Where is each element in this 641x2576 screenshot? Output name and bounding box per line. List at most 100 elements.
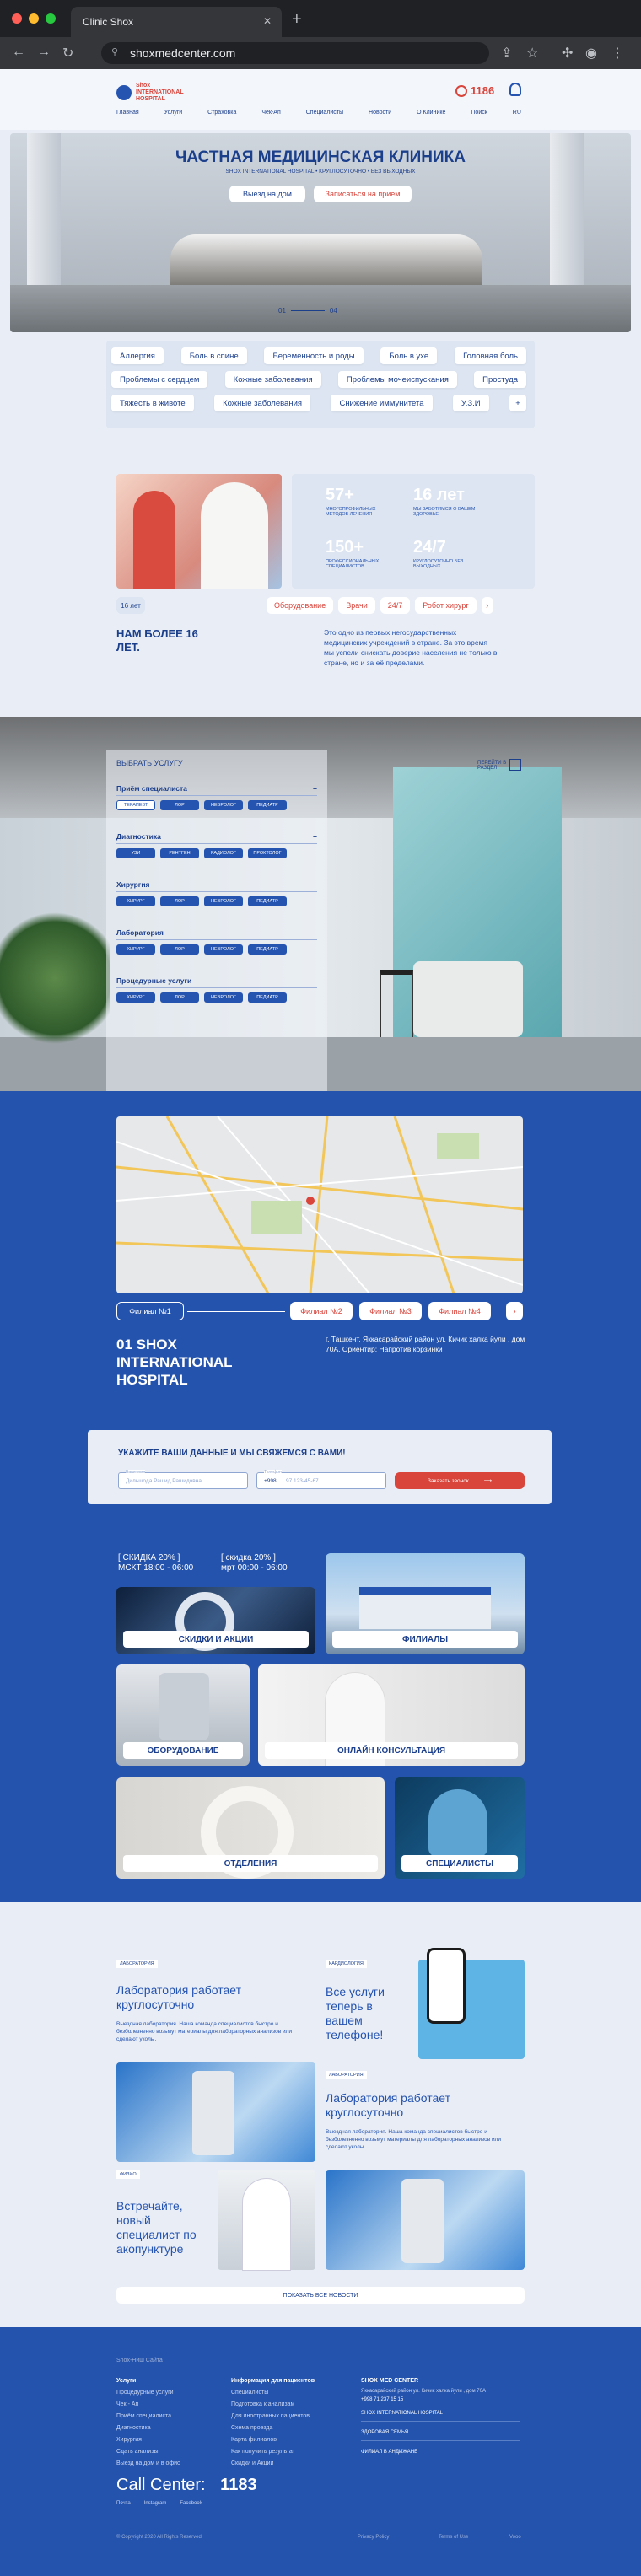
news-image-microscope-1[interactable] (116, 2062, 315, 2162)
branch-tab[interactable]: Филиал №2 (290, 1302, 353, 1320)
footer-branch-link[interactable]: SHOX INTERNATIONAL HOSPITAL (361, 2406, 520, 2422)
phone-field[interactable]: Телефон +998 97 123-45-67 (256, 1470, 386, 1489)
header-phone[interactable]: 1186 (455, 84, 494, 97)
symptom-chip[interactable]: Снижение иммунитета (331, 395, 433, 411)
symptom-chip[interactable]: Боль в ухе (380, 347, 438, 364)
symptom-chip[interactable]: У.З.И (452, 395, 489, 411)
symptom-chip[interactable]: Головная боль (455, 347, 526, 364)
reload-icon[interactable]: ↻ (62, 45, 73, 62)
service-group-header[interactable]: Процедурные услуги + (116, 976, 317, 988)
service-option[interactable]: ПЕДИАТР (248, 992, 287, 1003)
specialists-card[interactable]: СПЕЦИАЛИСТЫ (395, 1777, 525, 1879)
forward-icon[interactable]: → (37, 45, 51, 60)
minimize-window-dot[interactable] (29, 13, 39, 24)
service-option[interactable]: ЛОР (160, 896, 199, 906)
footer-link[interactable]: Процедурные услуги (116, 2390, 180, 2396)
symptom-chip[interactable]: Кожные заболевания (224, 371, 321, 388)
service-option[interactable]: НЕВРОЛОГ (204, 992, 243, 1003)
callback-submit-button[interactable]: Заказать звонок ⟶ (395, 1472, 525, 1489)
service-group-header[interactable]: Лаборатория + (116, 928, 317, 940)
privacy-link[interactable]: Privacy Policy (358, 2535, 389, 2540)
footer-link[interactable]: Выезд на дом и в офис (116, 2460, 180, 2466)
maximize-window-dot[interactable] (46, 13, 56, 24)
show-all-news-button[interactable]: ПОКАЗАТЬ ВСЕ НОВОСТИ (116, 2287, 525, 2304)
footer-link[interactable]: Карта филиалов (231, 2437, 315, 2443)
symptom-chip[interactable]: Простуда (474, 371, 526, 388)
symptom-chip[interactable]: Беременность и роды (264, 347, 364, 364)
social-link[interactable]: Почта (116, 2501, 131, 2506)
bookmark-star-icon[interactable]: ☆ (526, 45, 538, 62)
share-icon[interactable]: ⇪ (501, 45, 512, 62)
service-option[interactable]: УЗИ (116, 848, 155, 858)
nav-item[interactable]: Специалисты (306, 110, 343, 116)
service-option[interactable]: ЛОР (160, 992, 199, 1003)
profile-icon[interactable]: ◉ (585, 45, 597, 62)
symptom-chip[interactable]: Кожные заболевания (214, 395, 311, 411)
logo[interactable]: Shox INTERNATIONAL HOSPITAL (116, 83, 195, 103)
social-link[interactable]: Facebook (180, 2501, 202, 2506)
nav-item[interactable]: Поиск (471, 110, 487, 116)
browser-tab[interactable]: Clinic Shox ✕ (71, 7, 282, 37)
call-center[interactable]: Call Center: 1183 (116, 2476, 257, 2495)
terms-link[interactable]: Terms of Use (439, 2535, 468, 2540)
social-link[interactable]: Instagram (144, 2501, 167, 2506)
expand-plus-icon[interactable]: + (313, 928, 317, 937)
branches-card[interactable]: ФИЛИАЛЫ (326, 1553, 525, 1654)
service-option[interactable]: ХИРУРГ (116, 944, 155, 955)
expand-plus-icon[interactable]: + (313, 832, 317, 841)
service-group-header[interactable]: Диагностика + (116, 832, 317, 844)
address-bar[interactable]: ⚲ shoxmedcenter.com (101, 42, 489, 64)
name-field[interactable]: Ваше имя Дильшода Рашид Рашидовна (118, 1470, 248, 1489)
branch-tab[interactable]: Филиал №4 (428, 1302, 491, 1320)
service-group-header[interactable]: Приём специалиста + (116, 784, 317, 796)
about-tab[interactable]: 24/7 (380, 597, 411, 614)
service-option[interactable]: НЕВРОЛОГ (204, 896, 243, 906)
expand-plus-icon[interactable]: + (313, 784, 317, 793)
footer-link[interactable]: Приём специалиста (116, 2413, 180, 2419)
close-tab-icon[interactable]: ✕ (263, 15, 272, 27)
service-option[interactable]: ПЕДИАТР (248, 896, 287, 906)
branch-tabs-next-icon[interactable]: › (506, 1302, 523, 1320)
expand-plus-icon[interactable]: + (313, 976, 317, 985)
footer-link[interactable]: Чек - Ап (116, 2401, 180, 2407)
news-image-phone[interactable] (418, 1948, 525, 2059)
branch-map[interactable] (116, 1116, 523, 1293)
user-icon[interactable] (509, 83, 521, 96)
service-option[interactable]: НЕВРОЛОГ (204, 944, 243, 955)
footer-link[interactable]: Подготовка к анализам (231, 2401, 315, 2407)
footer-link[interactable]: Как получить результат (231, 2449, 315, 2455)
service-option[interactable]: ПРОКТОЛОГ (248, 848, 287, 858)
footer-link[interactable]: Хирургия (116, 2437, 180, 2443)
symptom-chip[interactable]: Проблемы мочеиспускания (337, 371, 457, 388)
service-option[interactable]: РАДИОЛОГ (204, 848, 243, 858)
new-tab-icon[interactable]: + (292, 10, 302, 30)
footer-phone[interactable]: +998 71 237 15 15 (361, 2397, 520, 2402)
service-option[interactable]: ЛОР (160, 944, 199, 955)
service-option[interactable]: РЕНТГЕН (160, 848, 199, 858)
service-option[interactable]: ЛОР (160, 800, 199, 810)
service-option[interactable]: ХИРУРГ (116, 896, 155, 906)
footer-link[interactable]: Скидки и Акции (231, 2460, 315, 2466)
equipment-card[interactable]: ОБОРУДОВАНИЕ (116, 1664, 250, 1766)
service-option[interactable]: ХИРУРГ (116, 992, 155, 1003)
more-symptoms-button[interactable]: + (509, 395, 526, 411)
news-image-microscope-2[interactable] (326, 2170, 525, 2270)
footer-branch-link[interactable]: ЗДОРОВАЯ СЕМЬЯ (361, 2425, 520, 2441)
developer-link[interactable]: Vooo (509, 2535, 521, 2540)
about-tabs-next-icon[interactable]: › (481, 597, 493, 614)
about-tab[interactable]: Врачи (338, 597, 375, 614)
online-consult-card[interactable]: ОНЛАЙН КОНСУЛЬТАЦИЯ (258, 1664, 525, 1766)
footer-link[interactable]: Диагностика (116, 2425, 180, 2431)
back-icon[interactable]: ← (12, 45, 25, 60)
footer-link[interactable]: Схема проезда (231, 2425, 315, 2431)
symptom-chip[interactable]: Тяжесть в животе (111, 395, 194, 411)
nav-item[interactable]: Новости (369, 110, 391, 116)
service-option[interactable]: ПЕДИАТР (248, 800, 287, 810)
site-info-icon[interactable]: ⚲ (111, 46, 118, 57)
appointment-button[interactable]: Записаться на прием (314, 186, 412, 202)
about-tab[interactable]: Оборудование (267, 597, 334, 614)
news-image-doctor[interactable] (218, 2170, 315, 2270)
about-tab[interactable]: Робот хирург (415, 597, 477, 614)
nav-item[interactable]: Главная (116, 110, 139, 116)
departments-card[interactable]: ОТДЕЛЕНИЯ (116, 1777, 385, 1879)
